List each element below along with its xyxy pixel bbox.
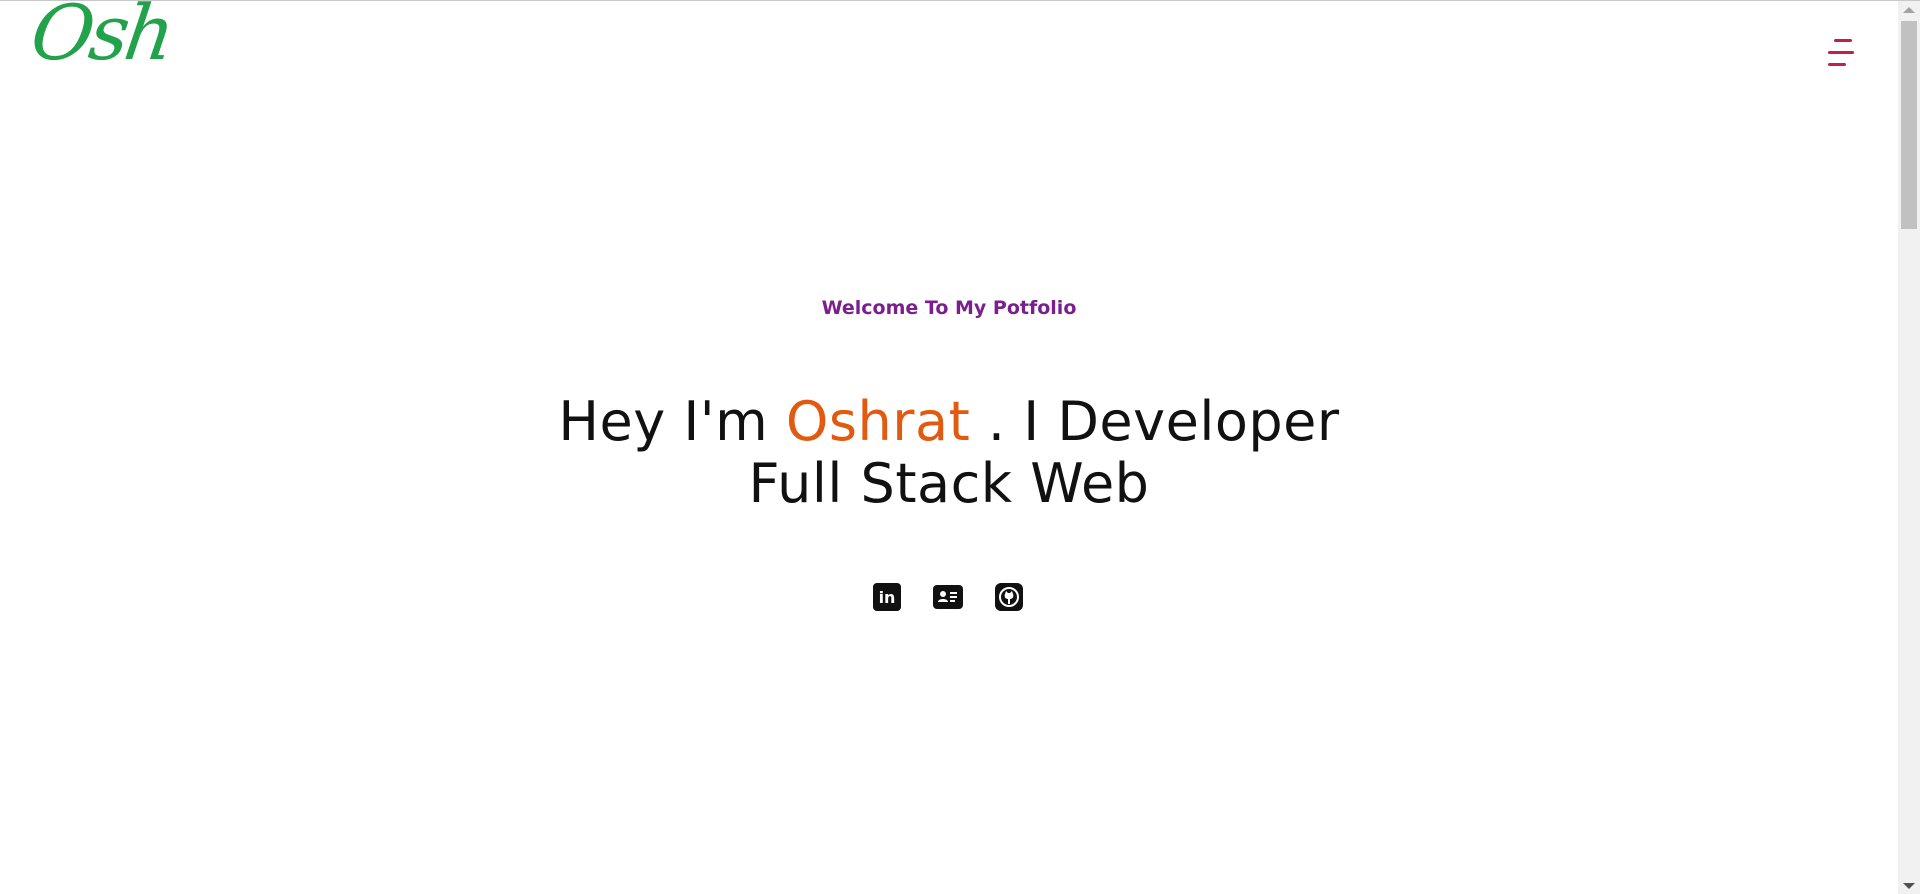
github-glyph [999, 587, 1019, 607]
headline-prefix: Hey I'm [558, 390, 786, 453]
contact-card-icon[interactable] [933, 585, 963, 609]
social-links: in [873, 583, 1023, 611]
menu-line [1828, 51, 1854, 54]
contact-card-glyph [938, 591, 957, 602]
headline-line-1: Hey I'm Oshrat . I Developer [0, 391, 1898, 453]
page: Osh Welcome To My Potfolio Hey I'm Oshra… [0, 0, 1920, 894]
headline-line-2: Full Stack Web [748, 452, 1150, 515]
headline-suffix: . I Developer [970, 390, 1340, 453]
viewport: Osh Welcome To My Potfolio Hey I'm Oshra… [0, 0, 1898, 894]
linkedin-icon[interactable]: in [873, 583, 901, 611]
logo[interactable]: Osh [26, 0, 177, 77]
hamburger-menu-icon[interactable] [1824, 37, 1858, 71]
welcome-subtitle: Welcome To My Potfolio [821, 297, 1077, 319]
scroll-up-icon[interactable] [1903, 7, 1915, 13]
scroll-down-icon[interactable] [1903, 883, 1915, 889]
menu-line [1834, 39, 1852, 42]
vertical-scrollbar[interactable] [1898, 1, 1920, 894]
hero-headline: Hey I'm Oshrat . I Developer Full Stack … [0, 391, 1898, 515]
scroll-thumb[interactable] [1901, 21, 1917, 229]
headline-name: Oshrat [785, 390, 971, 453]
github-icon[interactable] [995, 583, 1023, 611]
menu-line [1828, 63, 1846, 66]
